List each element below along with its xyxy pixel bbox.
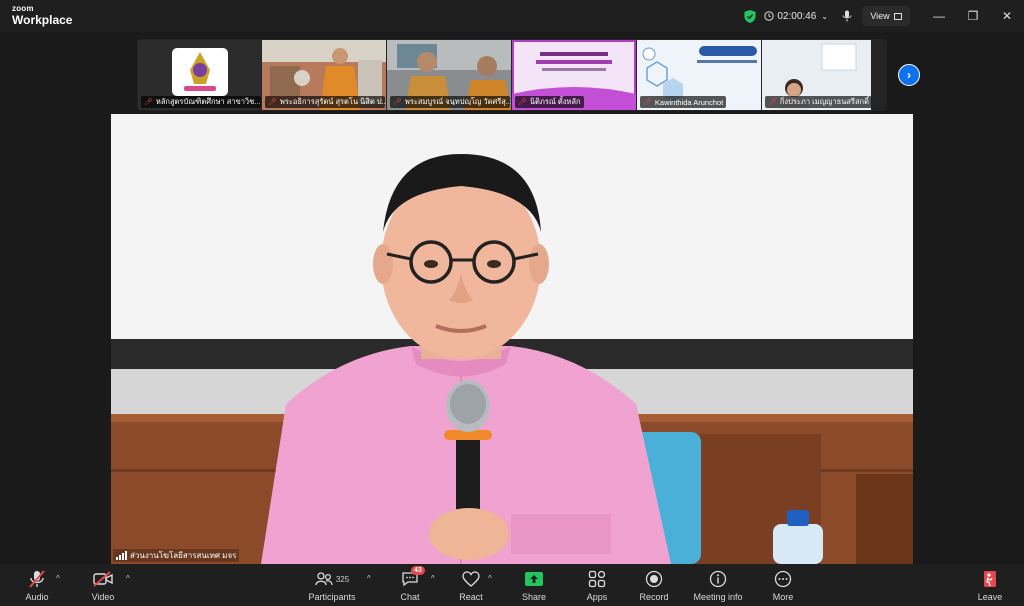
close-icon[interactable]: ✕ (990, 0, 1024, 32)
apps-icon (588, 570, 606, 588)
grid-icon (893, 12, 902, 20)
participant-name: 🎤︎ Kawinthida Arunchot (640, 96, 727, 108)
video-button[interactable]: Video (73, 570, 133, 602)
record-label: Record (639, 592, 669, 602)
mic-muted-icon: 🎤︎ (268, 99, 277, 106)
participant-name: 🎤︎ หลักสูตรบัณฑิตศึกษา สาขาวิช... (141, 96, 261, 108)
apps-button[interactable]: Apps (567, 570, 627, 602)
view-button[interactable]: View (862, 6, 910, 26)
participant-tile[interactable]: 🎤︎ พระสมบูรณ์ จนฺทปญฺโญ วัดศรีสุ... (387, 40, 511, 110)
brand-workplace: Workplace (12, 13, 73, 27)
chat-options-caret[interactable]: ^ (431, 574, 435, 583)
mic-muted-icon: 🎤︎ (393, 99, 402, 106)
react-label: React (459, 592, 483, 602)
mic-muted-icon (29, 570, 45, 588)
participant-tile[interactable]: 🎤︎ นิติภรณ์ ตั้งหลัก (512, 40, 636, 110)
restore-icon[interactable]: ❐ (956, 0, 990, 32)
share-screen-icon (525, 572, 543, 586)
more-icon (774, 570, 792, 588)
app-logo: zoom Workplace (12, 4, 73, 27)
participant-name: 🎤︎ กิ่งประภา เมญญาธนสรีสกดิ์ (765, 96, 871, 108)
heart-icon (462, 571, 480, 587)
participants-count: 325 (335, 574, 350, 584)
info-icon (709, 570, 727, 588)
meeting-toolbar: Audio ^ Video ^ 325 Participants ^ 43 Ch… (0, 564, 1024, 606)
mic-muted-icon: 🎤︎ (144, 99, 153, 106)
speaker-video (111, 114, 913, 564)
title-bar: zoom Workplace 02:00:46 ⌄ View — ❐ ✕ (0, 0, 1024, 32)
speaker-name: ส่วนงานโฆโลยีสารสนเทศ มจร (130, 551, 237, 560)
participant-name: 🎤︎ พระอธิการสุรัตน์ สุรตโน นิสิต ป... (265, 96, 385, 108)
view-label: View (870, 11, 890, 21)
clock-icon (764, 11, 775, 21)
react-button[interactable]: React (441, 570, 501, 602)
microphone-icon[interactable] (842, 10, 852, 22)
chat-label: Chat (400, 592, 420, 602)
gallery-strip: 🎤︎ หลักสูตรบัณฑิตศึกษา สาขาวิช... 🎤︎ พระอธ… (137, 39, 887, 111)
participants-options-caret[interactable]: ^ (367, 574, 371, 583)
signal-bars-icon (116, 551, 127, 560)
main-video[interactable]: ส่วนงานโฆโลยีสารสนเทศ มจร (111, 114, 913, 564)
minimize-icon[interactable]: — (922, 0, 956, 32)
chevron-right-icon: › (907, 68, 911, 82)
mic-muted-icon: 🎤︎ (768, 99, 777, 106)
more-label: More (772, 592, 794, 602)
apps-label: Apps (586, 592, 608, 602)
leave-label: Leave (977, 592, 1003, 602)
participant-tile[interactable]: 🎤︎ กิ่งประภา เมญญาธนสรีสกดิ์ (762, 40, 871, 110)
encryption-shield-icon[interactable] (744, 9, 756, 23)
record-icon (645, 570, 663, 588)
video-label: Video (91, 592, 115, 602)
brand-zoom: zoom (12, 4, 34, 13)
meeting-info-label: Meeting info (693, 592, 743, 602)
participant-name: 🎤︎ พระสมบูรณ์ จนฺทปญฺโญ วัดศรีสุ... (390, 96, 510, 108)
share-label: Share (521, 592, 547, 602)
meeting-timer[interactable]: 02:00:46 ⌄ (764, 11, 828, 22)
audio-options-caret[interactable]: ^ (56, 574, 60, 583)
participant-tile[interactable]: 🎤︎ หลักสูตรบัณฑิตศึกษา สาขาวิช... (138, 40, 261, 110)
participant-name: 🎤︎ นิติภรณ์ ตั้งหลัก (515, 96, 584, 108)
chevron-down-icon: ⌄ (821, 11, 828, 21)
react-options-caret[interactable]: ^ (488, 574, 492, 583)
meeting-info-button[interactable]: Meeting info (688, 570, 748, 602)
record-button[interactable]: Record (624, 570, 684, 602)
participants-button[interactable]: 325 Participants (302, 570, 362, 602)
participant-tile[interactable]: 🎤︎ พระอธิการสุรัตน์ สุรตโน นิสิต ป... (262, 40, 386, 110)
participants-icon (315, 572, 333, 586)
gallery-next-button[interactable]: › (898, 64, 920, 86)
more-button[interactable]: More (753, 570, 813, 602)
leave-icon (984, 571, 996, 587)
leave-button[interactable]: Leave (960, 570, 1020, 602)
participants-label: Participants (308, 592, 356, 602)
timer-text: 02:00:46 (777, 10, 817, 22)
camera-off-icon (93, 571, 113, 587)
video-options-caret[interactable]: ^ (126, 574, 130, 583)
chat-unread-badge: 43 (411, 566, 425, 575)
share-button[interactable]: Share (504, 570, 564, 602)
mic-muted-icon: 🎤︎ (518, 99, 527, 106)
mic-muted-icon: 🎤︎ (643, 99, 652, 106)
speaker-name-label: ส่วนงานโฆโลยีสารสนเทศ มจร (113, 549, 240, 562)
audio-label: Audio (25, 592, 49, 602)
participant-tile[interactable]: 🎤︎ Kawinthida Arunchot (637, 40, 761, 110)
